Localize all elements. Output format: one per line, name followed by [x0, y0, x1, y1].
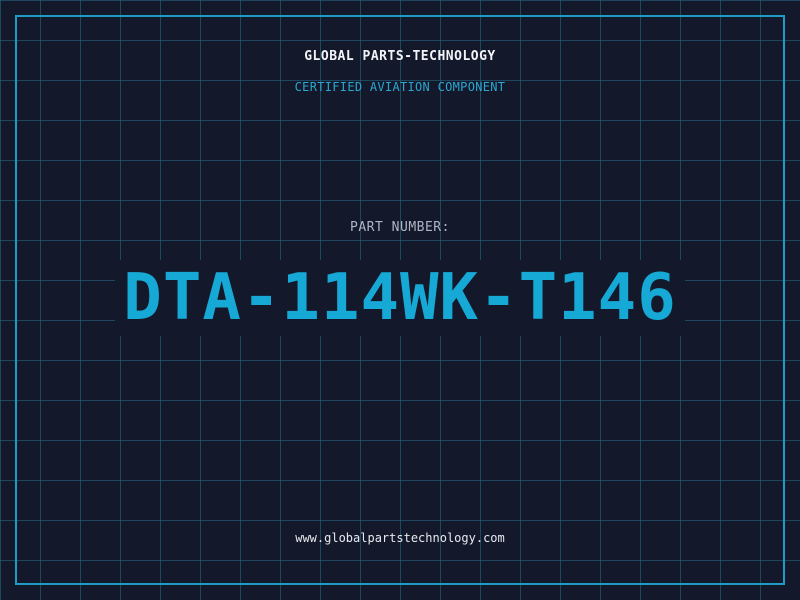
brand-title: GLOBAL PARTS-TECHNOLOGY — [304, 49, 496, 64]
part-number-label: PART NUMBER: — [350, 220, 450, 235]
part-number-value: DTA-114WK-T146 — [115, 260, 685, 336]
grid-background: GLOBAL PARTS-TECHNOLOGY CERTIFIED AVIATI… — [0, 0, 800, 600]
website-url: www.globalpartstechnology.com — [295, 531, 505, 545]
certification-subtitle: CERTIFIED AVIATION COMPONENT — [294, 80, 506, 94]
part-number-container: DTA-114WK-T146 — [0, 258, 800, 338]
